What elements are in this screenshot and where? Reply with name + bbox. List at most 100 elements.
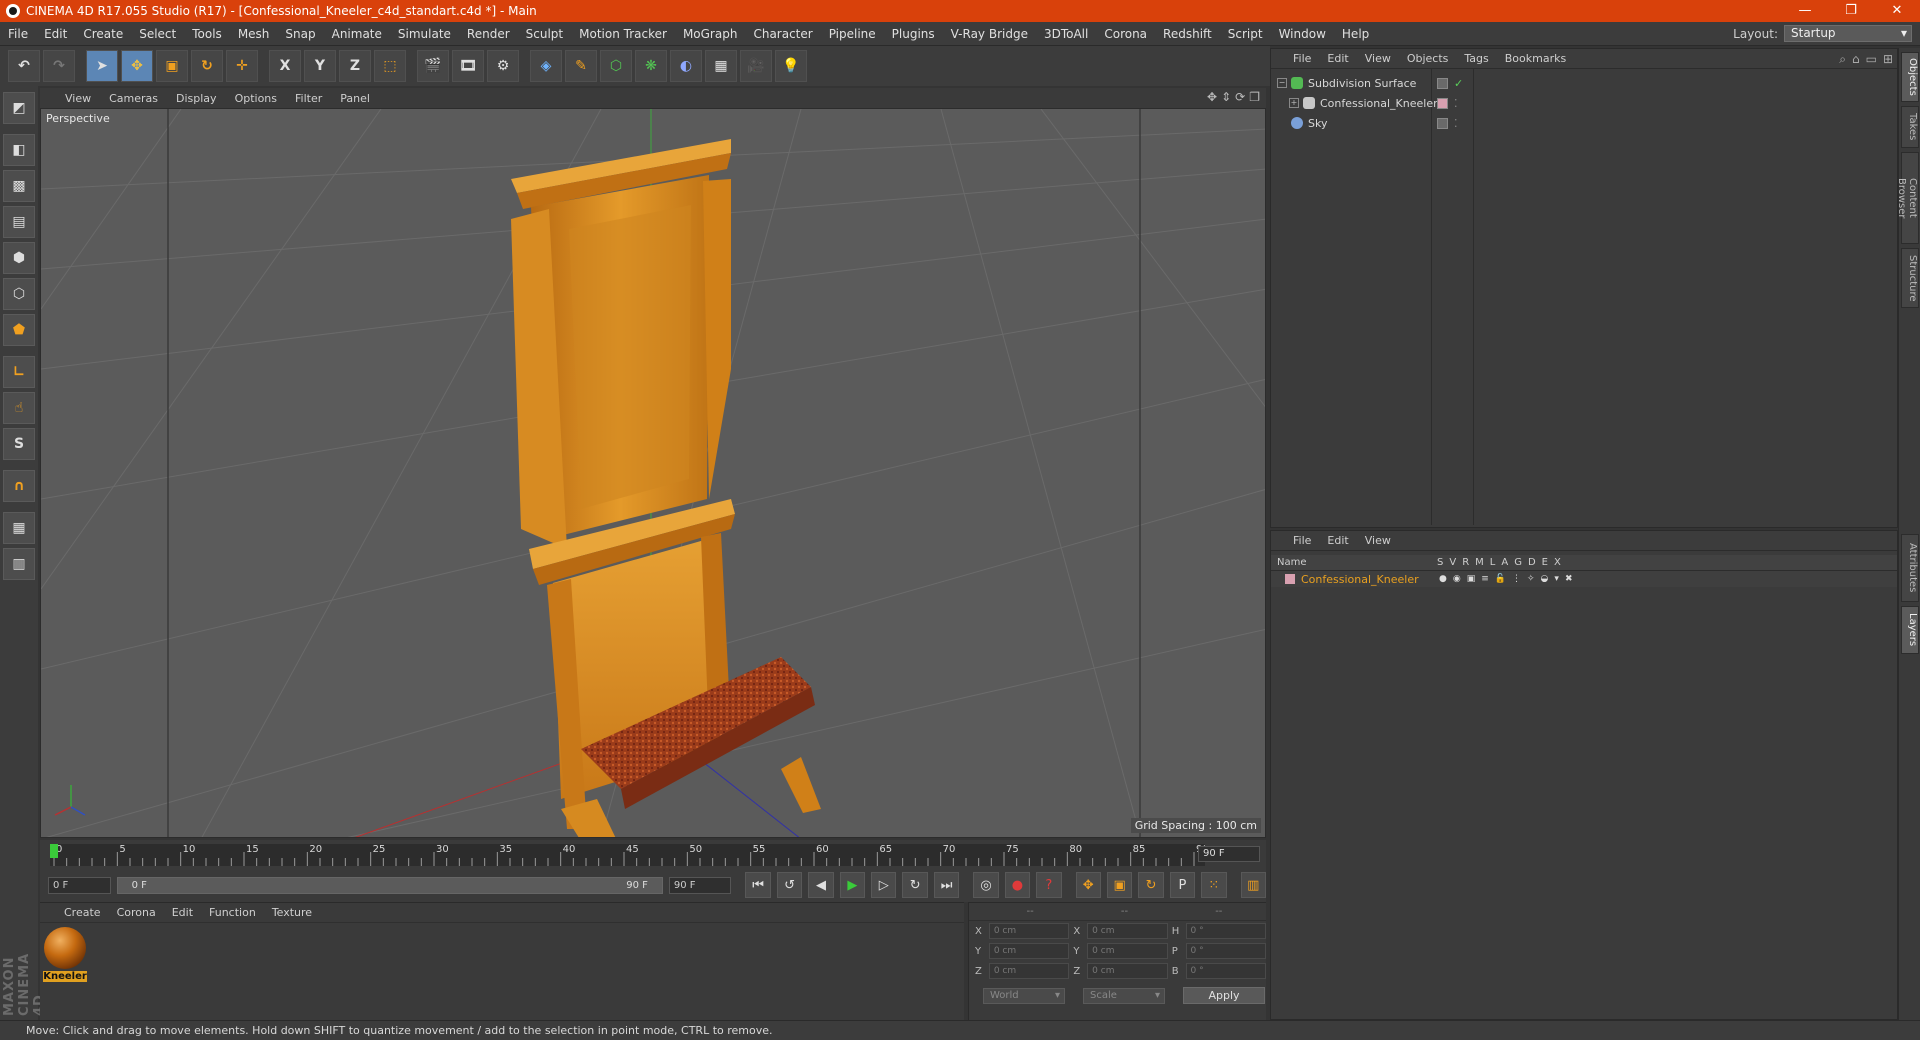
menu-create[interactable]: Create (75, 27, 131, 41)
render-picture-viewer-icon[interactable]: 🎞 (452, 50, 484, 82)
render-clapper-icon[interactable]: ▣ (1467, 574, 1476, 584)
viewport-menu-panel[interactable]: Panel (331, 92, 379, 105)
apply-button[interactable]: Apply (1183, 987, 1265, 1004)
material-menu-function[interactable]: Function (201, 906, 264, 919)
manager-icon[interactable]: ≡ (1481, 574, 1489, 584)
key-position-icon[interactable]: ✥ (1075, 872, 1101, 898)
pan-view-icon[interactable]: ✥ (1207, 90, 1217, 104)
next-keyframe-icon[interactable]: ↻ (902, 872, 928, 898)
tab-structure[interactable]: Structure (1901, 248, 1919, 308)
object-row-subdivision-surface[interactable]: − Subdivision Surface ✓ (1271, 73, 1895, 93)
tab-takes[interactable]: Takes (1901, 106, 1919, 148)
preview-range-slider[interactable]: 0 F 90 F (116, 876, 663, 894)
redo-icon[interactable]: ↷ (43, 50, 75, 82)
solo-icon[interactable]: ● (1439, 574, 1447, 584)
menu-3dtoall[interactable]: 3DToAll (1036, 27, 1096, 41)
workplane-rotate-icon[interactable]: ▥ (3, 548, 35, 580)
axis-mode-icon[interactable]: ∟ (3, 356, 35, 388)
menu-window[interactable]: Window (1271, 27, 1334, 41)
key-pla-icon[interactable]: ⁙ (1201, 872, 1227, 898)
texture-mode-icon[interactable]: ▩ (3, 170, 35, 202)
expand-panel-icon[interactable]: ⊞ (1883, 52, 1893, 67)
position-x-field[interactable]: 0 cm (988, 923, 1070, 939)
goto-start-icon[interactable]: ⏮ (745, 872, 771, 898)
collapse-icon[interactable]: − (1277, 78, 1287, 88)
motion-record-icon[interactable]: ◎ (973, 872, 999, 898)
record-active-icon[interactable]: ● (1004, 872, 1031, 898)
menu-help[interactable]: Help (1334, 27, 1377, 41)
material-menu-texture[interactable]: Texture (264, 906, 320, 919)
make-editable-icon[interactable]: ◩ (3, 92, 35, 124)
menu-character[interactable]: Character (745, 27, 820, 41)
goto-end-icon[interactable]: ⏭ (933, 872, 960, 898)
timeline[interactable]: 051015202530354045505560657075808590 90 … (40, 840, 1266, 868)
layer-menu-edit[interactable]: Edit (1319, 534, 1356, 547)
layer-color-swatch[interactable] (1285, 574, 1295, 584)
view-eye-icon[interactable]: ◉ (1453, 574, 1461, 584)
object-menu-bookmarks[interactable]: Bookmarks (1497, 52, 1574, 65)
minimize-button[interactable]: — (1782, 0, 1828, 22)
lock-icon[interactable]: 🔓 (1495, 574, 1506, 584)
autokey-icon[interactable]: ? (1036, 872, 1062, 898)
rotation-h-field[interactable]: 0 ° (1185, 923, 1267, 939)
menu-edit[interactable]: Edit (36, 27, 75, 41)
subdivision-surface-icon[interactable]: ⬡ (600, 50, 632, 82)
mograph-cloner-icon[interactable]: ❋ (635, 50, 667, 82)
generator-icon[interactable]: ✧ (1527, 574, 1535, 584)
object-row-confessional-kneeler[interactable]: + Confessional_Kneeler ⁚ (1271, 93, 1895, 113)
menu-script[interactable]: Script (1220, 27, 1271, 41)
render-settings-icon[interactable]: ⚙ (487, 50, 519, 82)
material-swatch[interactable]: Kneeler (43, 927, 87, 987)
undo-icon[interactable]: ↶ (8, 50, 40, 82)
viewport-menu-view[interactable]: View (56, 92, 100, 105)
camera-icon[interactable]: 🎥 (740, 50, 772, 82)
tab-objects[interactable]: Objects (1901, 52, 1919, 102)
light-icon[interactable]: 💡 (775, 50, 807, 82)
size-mode-dropdown[interactable]: Scale (1083, 987, 1165, 1004)
magnet-icon[interactable]: ∩ (3, 470, 35, 502)
layout-dropdown[interactable]: Startup (1784, 25, 1912, 42)
menu-mograph[interactable]: MoGraph (675, 27, 746, 41)
edges-mode-icon[interactable]: ⬡ (3, 278, 35, 310)
points-mode-icon[interactable]: ⬢ (3, 242, 35, 274)
size-z-field[interactable]: 0 cm (1087, 963, 1168, 979)
viewport-menu-options[interactable]: Options (226, 92, 286, 105)
menu-snap[interactable]: Snap (277, 27, 323, 41)
workplane-icon[interactable]: ▤ (3, 206, 35, 238)
coordinate-system-icon[interactable]: ⬚ (374, 50, 406, 82)
menu-select[interactable]: Select (131, 27, 184, 41)
tab-layers[interactable]: Layers (1901, 606, 1919, 654)
menu-file[interactable]: File (0, 27, 36, 41)
x-axis-lock-button[interactable]: X (269, 50, 301, 82)
tweak-mode-icon[interactable]: ☝ (3, 392, 35, 424)
snap-icon[interactable]: S (3, 428, 35, 460)
polygons-mode-icon[interactable]: ⬟ (3, 314, 35, 346)
layer-menu-file[interactable]: File (1285, 534, 1319, 547)
position-z-field[interactable]: 0 cm (988, 963, 1070, 979)
layer-tag-icon[interactable] (1437, 117, 1448, 129)
enabled-check-icon[interactable]: ✓ (1454, 77, 1463, 90)
orbit-view-icon[interactable]: ⟳ (1235, 90, 1245, 104)
expression-icon[interactable]: ▾ (1554, 574, 1559, 584)
animation-icon[interactable]: ⋮ (1512, 574, 1521, 584)
viewport-menu-cameras[interactable]: Cameras (100, 92, 167, 105)
key-parameter-icon[interactable]: P (1169, 872, 1196, 898)
layer-tag-icon[interactable] (1437, 77, 1448, 89)
play-forward-icon[interactable]: ▶ (839, 872, 866, 898)
object-menu-edit[interactable]: Edit (1319, 52, 1356, 65)
menu-tools[interactable]: Tools (184, 27, 230, 41)
workplane-lock-icon[interactable]: ▦ (3, 512, 35, 544)
floor-scene-icon[interactable]: ▦ (705, 50, 737, 82)
menu-pipeline[interactable]: Pipeline (821, 27, 884, 41)
search-icon[interactable]: ⌕ (1839, 52, 1846, 67)
layer-menu-view[interactable]: View (1357, 534, 1399, 547)
object-menu-objects[interactable]: Objects (1399, 52, 1457, 65)
size-y-field[interactable]: 0 cm (1087, 943, 1168, 959)
rotate-tool-icon[interactable]: ↻ (191, 50, 223, 82)
current-frame-field[interactable]: 0 F (48, 876, 111, 894)
key-rotation-icon[interactable]: ↻ (1138, 872, 1164, 898)
perspective-viewport[interactable]: Perspective Grid Spacing : 100 cm (40, 108, 1266, 838)
rotation-p-field[interactable]: 0 ° (1185, 943, 1267, 959)
next-frame-icon[interactable]: ▷ (871, 872, 897, 898)
menu-corona[interactable]: Corona (1096, 27, 1155, 41)
